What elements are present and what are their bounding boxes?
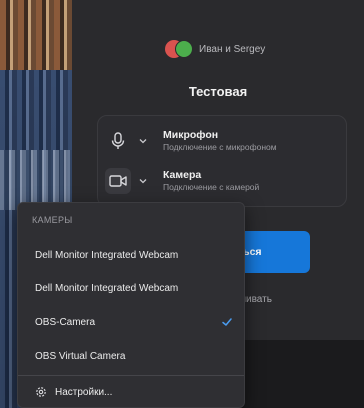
camera-option-label: OBS-Camera [35, 316, 96, 328]
participant-avatars [165, 40, 193, 58]
camera-dropdown-menu: КАМЕРЫ Dell Monitor Integrated Webcam De… [17, 202, 245, 408]
camera-toggle-button[interactable] [105, 168, 131, 194]
camera-status: Подключение с камерой [163, 182, 260, 192]
camera-menu-header: КАМЕРЫ [32, 215, 73, 225]
camera-info: Камера Подключение с камерой [163, 169, 259, 193]
microphone-toggle-button[interactable] [105, 128, 131, 154]
camera-icon [109, 175, 127, 187]
avatar [175, 40, 193, 58]
microphone-row: Микрофон Подключение с микрофоном [105, 128, 277, 154]
microphone-status: Подключение с микрофоном [163, 142, 277, 152]
settings-menu-item[interactable]: Настройки... [18, 377, 244, 407]
settings-label: Настройки... [55, 386, 113, 398]
device-settings-card: Микрофон Подключение с микрофоном Камера… [97, 115, 347, 207]
meeting-title: Тестовая [188, 84, 248, 99]
camera-option-label: OBS Virtual Camera [35, 350, 126, 362]
chevron-down-icon[interactable] [137, 135, 149, 147]
camera-row: Камера Подключение с камерой [105, 168, 259, 194]
camera-label: Камера [163, 169, 202, 181]
microphone-icon [111, 132, 125, 149]
menu-divider [18, 375, 244, 376]
camera-option[interactable]: Dell Monitor Integrated Webcam [18, 240, 244, 270]
participants-row: Иван и Sergey [165, 40, 265, 58]
camera-option[interactable]: Dell Monitor Integrated Webcam [18, 273, 244, 303]
chevron-down-icon[interactable] [137, 175, 149, 187]
camera-option-label: Dell Monitor Integrated Webcam [35, 282, 179, 294]
camera-option[interactable]: OBS Virtual Camera [18, 341, 244, 371]
gear-icon [36, 387, 46, 397]
participants-label: Иван и Sergey [199, 43, 266, 55]
checkmark-icon [222, 318, 232, 326]
microphone-info: Микрофон Подключение с микрофоном [163, 129, 277, 153]
microphone-label: Микрофон [163, 129, 219, 141]
camera-option-label: Dell Monitor Integrated Webcam [35, 249, 179, 261]
camera-option-selected[interactable]: OBS-Camera [18, 307, 244, 337]
